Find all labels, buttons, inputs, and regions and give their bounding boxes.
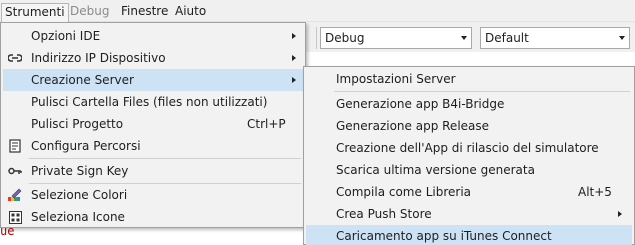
- menu-item-shortcut: Ctrl+P: [247, 117, 286, 131]
- menubar: Strumenti Debug Finestre Aiuto: [0, 0, 635, 22]
- creazione-server-submenu: Impostazioni Server Generazione app B4i-…: [303, 66, 635, 245]
- menu-item-selezione-colori[interactable]: Selezione Colori: [3, 184, 303, 206]
- menu-item-label: Caricamento app su iTunes Connect: [336, 229, 552, 243]
- menu-item-label: Creazione dell'App di rilascio del simul…: [336, 141, 599, 155]
- menu-item-label: Private Sign Key: [31, 164, 129, 178]
- menu-item-pulisci-cartella[interactable]: Pulisci Cartella Files (files non utiliz…: [3, 91, 303, 113]
- menu-item-compila-libreria[interactable]: Compila come Libreria Alt+5: [306, 181, 632, 203]
- submenu-arrow-icon: [292, 77, 296, 83]
- build-config-combo[interactable]: Debug: [320, 27, 472, 49]
- menu-finestre[interactable]: Finestre: [118, 2, 171, 20]
- menu-item-creazione-server[interactable]: Creazione Server: [3, 69, 303, 91]
- menu-item-seleziona-icone[interactable]: Seleziona Icone: [3, 206, 303, 228]
- menu-item-opzioni-ide[interactable]: Opzioni IDE: [3, 25, 303, 47]
- menu-item-label: Indirizzo IP Dispositivo: [31, 51, 166, 65]
- menu-item-label: Pulisci Progetto: [31, 117, 124, 131]
- chevron-down-icon: [461, 36, 467, 40]
- menu-item-configura-percorsi[interactable]: Configura Percorsi: [3, 135, 303, 157]
- menu-item-label: Selezione Colori: [31, 188, 128, 202]
- menu-item-generazione-release[interactable]: Generazione app Release: [306, 115, 632, 137]
- chevron-down-icon: [619, 36, 625, 40]
- menu-item-shortcut: Alt+5: [578, 185, 612, 199]
- color-palette-icon: [7, 187, 23, 203]
- menu-item-generazione-b4i-bridge[interactable]: Generazione app B4i-Bridge: [306, 93, 632, 115]
- build-config-value: Debug: [325, 31, 365, 45]
- menu-debug[interactable]: Debug: [67, 2, 112, 20]
- menu-item-label: Generazione app Release: [336, 119, 490, 133]
- menu-separator: [334, 91, 630, 92]
- layout-combo[interactable]: Default: [480, 27, 630, 49]
- menu-item-pulisci-progetto[interactable]: Pulisci Progetto Ctrl+P: [3, 113, 303, 135]
- menu-item-crea-push-store[interactable]: Crea Push Store: [306, 203, 632, 225]
- menu-item-scarica-ultima-versione[interactable]: Scarica ultima versione generata: [306, 159, 632, 181]
- menu-item-label: Opzioni IDE: [31, 29, 101, 43]
- menu-item-label: Pulisci Cartella Files (files non utiliz…: [31, 95, 268, 109]
- submenu-arrow-icon: [292, 55, 296, 61]
- menu-aiuto[interactable]: Aiuto: [172, 2, 209, 20]
- menu-item-label: Generazione app B4i-Bridge: [336, 97, 505, 111]
- toolbar-separator: [316, 27, 317, 49]
- strumenti-menu: Opzioni IDE Indirizzo IP Dispositivo Cre…: [0, 22, 306, 228]
- submenu-arrow-icon: [618, 211, 622, 217]
- layout-value: Default: [485, 31, 529, 45]
- menu-item-label: Scarica ultima versione generata: [336, 163, 535, 177]
- menu-item-creazione-simulatore[interactable]: Creazione dell'App di rilascio del simul…: [306, 137, 632, 159]
- menu-item-label: Crea Push Store: [336, 207, 432, 221]
- icon-grid-icon: [7, 209, 23, 225]
- menu-item-label: Configura Percorsi: [31, 139, 141, 153]
- menu-item-label: Impostazioni Server: [336, 72, 456, 86]
- document-icon: [7, 138, 23, 154]
- link-icon: [7, 50, 23, 66]
- menu-item-label: Compila come Libreria: [336, 185, 471, 199]
- menu-item-label: Creazione Server: [31, 73, 134, 87]
- menu-separator: [29, 158, 301, 159]
- menu-item-private-sign-key[interactable]: Private Sign Key: [3, 160, 303, 182]
- menu-item-label: Seleziona Icone: [31, 210, 125, 224]
- menu-strumenti[interactable]: Strumenti: [1, 3, 69, 22]
- menu-item-caricamento-itunes[interactable]: Caricamento app su iTunes Connect: [306, 225, 632, 245]
- key-icon: [7, 163, 23, 179]
- submenu-arrow-icon: [292, 33, 296, 39]
- menu-item-indirizzo-ip[interactable]: Indirizzo IP Dispositivo: [3, 47, 303, 69]
- menu-item-impostazioni-server[interactable]: Impostazioni Server: [306, 68, 632, 90]
